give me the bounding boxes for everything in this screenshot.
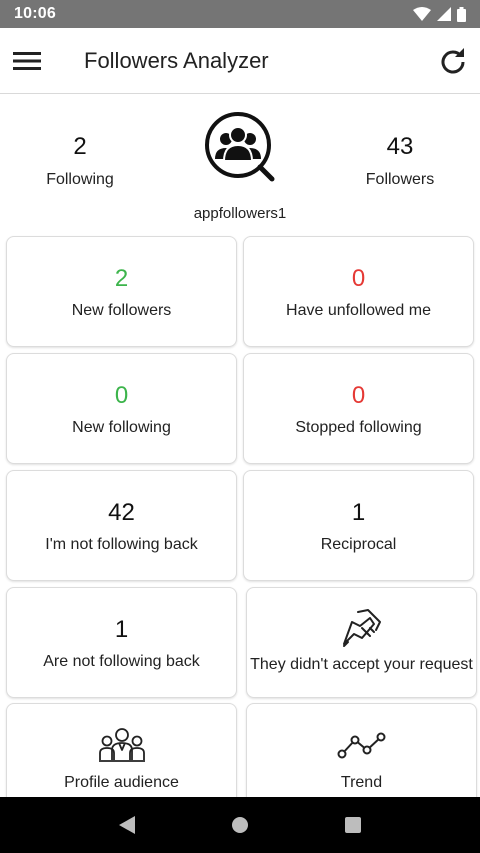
not-following-back-count: 42 [108,499,135,526]
trend-label: Trend [340,774,383,791]
trend-icon [337,732,385,759]
not-following-back-label: I'm not following back [45,536,198,553]
refresh-button[interactable] [428,36,478,86]
home-circle-icon [231,817,248,833]
app-bar: Followers Analyzer [0,28,480,94]
followers-stat[interactable]: 43 Followers [320,133,480,189]
following-stat[interactable]: 2 Following [0,133,160,189]
wifi-icon [413,7,431,21]
are-not-following-back-card[interactable]: 1 Are not following back [6,587,237,698]
request-not-accepted-card[interactable]: They didn't accept your request [246,587,477,698]
signal-icon [437,7,451,21]
reciprocal-card[interactable]: 1 Reciprocal [243,470,474,581]
unfollowed-me-card[interactable]: 0 Have unfollowed me [243,236,474,347]
following-count: 2 [73,133,87,160]
refresh-icon [441,47,465,73]
are-not-following-back-count: 1 [114,616,129,643]
stopped-following-label: Stopped following [295,419,422,436]
nav-back-button[interactable] [103,801,151,849]
stopped-following-count: 0 [351,382,366,409]
app-title: Followers Analyzer [84,47,269,73]
request-not-accepted-label: They didn't accept your request [250,656,473,673]
status-time: 10:06 [14,5,56,22]
not-following-back-card[interactable]: 42 I'm not following back [6,470,237,581]
status-bar: 10:06 [0,0,480,28]
new-followers-label: New followers [71,302,172,319]
reciprocal-label: Reciprocal [320,536,397,553]
are-not-following-back-label: Are not following back [43,653,200,670]
unfollowed-me-count: 0 [351,265,366,292]
handshake-icon [342,609,381,647]
audience-icon [98,728,145,762]
new-followers-count: 2 [114,265,129,292]
new-following-count: 0 [114,382,129,409]
new-following-label: New following [72,419,171,436]
profile-header: 2 Following 43 Followers appfollowers1 [0,95,480,235]
avatar-search-icon [205,112,275,182]
reciprocal-count: 1 [351,499,366,526]
recents-square-icon [345,817,362,833]
profile-audience-label: Profile audience [64,774,179,791]
unfollowed-me-label: Have unfollowed me [286,302,431,319]
status-icons [413,6,466,22]
followers-label: Followers [365,171,435,188]
username: appfollowers1 [193,205,287,222]
nav-recents-button[interactable] [329,801,377,849]
hamburger-menu-icon [13,51,41,70]
following-label: Following [46,171,114,188]
battery-icon [457,6,466,22]
back-triangle-icon [118,816,135,834]
new-followers-card[interactable]: 2 New followers [6,236,237,347]
followers-count: 43 [386,133,414,160]
menu-button[interactable] [2,36,52,86]
system-nav-bar [0,797,480,853]
new-following-card[interactable]: 0 New following [6,353,237,464]
nav-home-button[interactable] [216,801,264,849]
stopped-following-card[interactable]: 0 Stopped following [243,353,474,464]
